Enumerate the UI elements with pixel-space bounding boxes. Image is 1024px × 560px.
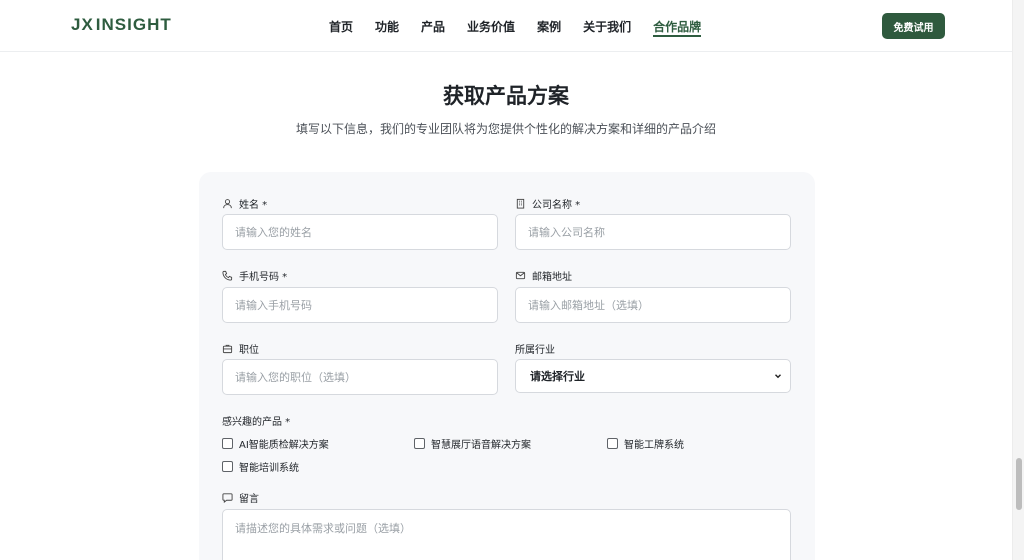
page-title: 获取产品方案 bbox=[443, 84, 569, 108]
product-option-label: AI智能质检解决方案 bbox=[239, 440, 329, 451]
brand-logo[interactable]: JX INSIGHT bbox=[71, 14, 172, 36]
logo-prefix: JX bbox=[71, 15, 94, 34]
industry-selected-value: 请选择行业 bbox=[530, 370, 585, 383]
email-label: 邮箱地址 bbox=[515, 268, 572, 283]
briefcase-icon bbox=[222, 344, 233, 354]
site-header: JX INSIGHT 首页 功能 产品 业务价值 案例 关于我们 合作品牌 免费… bbox=[0, 0, 1012, 52]
phone-label-text: 手机号码 * bbox=[239, 272, 288, 283]
product-option-smart-badge[interactable]: 智能工牌系统 bbox=[607, 436, 684, 451]
email-input[interactable] bbox=[515, 287, 791, 323]
nav-item-business-value[interactable]: 业务价值 bbox=[456, 0, 526, 52]
name-label-text: 姓名 * bbox=[239, 200, 268, 211]
industry-label: 所属行业 bbox=[515, 341, 555, 356]
mail-icon bbox=[515, 271, 526, 280]
nav-item-partners[interactable]: 合作品牌 bbox=[642, 0, 712, 52]
nav-item-features[interactable]: 功能 bbox=[364, 0, 410, 52]
building-icon bbox=[516, 198, 525, 209]
checkbox[interactable] bbox=[414, 438, 425, 449]
main-nav: 首页 功能 产品 业务价值 案例 关于我们 合作品牌 bbox=[318, 0, 712, 52]
industry-label-text: 所属行业 bbox=[515, 345, 555, 356]
logo-mark-icon: JX bbox=[71, 15, 94, 35]
chevron-down-icon bbox=[775, 374, 781, 379]
product-option-training[interactable]: 智能培训系统 bbox=[222, 459, 299, 474]
position-label-text: 职位 bbox=[239, 345, 259, 356]
products-label-text: 感兴趣的产品 * bbox=[222, 417, 291, 428]
scrollbar-thumb[interactable] bbox=[1016, 458, 1022, 510]
nav-item-cases[interactable]: 案例 bbox=[526, 0, 572, 52]
position-input[interactable] bbox=[222, 359, 498, 395]
position-label: 职位 bbox=[222, 341, 259, 356]
product-option-label: 智慧展厅语音解决方案 bbox=[431, 440, 531, 451]
message-icon bbox=[222, 493, 233, 503]
email-label-text: 邮箱地址 bbox=[532, 272, 572, 283]
message-label-text: 留言 bbox=[239, 494, 259, 505]
product-option-label: 智能工牌系统 bbox=[624, 440, 684, 451]
company-label-text: 公司名称 * bbox=[532, 200, 581, 211]
name-input[interactable] bbox=[222, 214, 498, 250]
checkbox[interactable] bbox=[222, 461, 233, 472]
page-subtitle: 填写以下信息，我们的专业团队将为您提供个性化的解决方案和详细的产品介绍 bbox=[295, 122, 716, 136]
phone-label: 手机号码 * bbox=[222, 268, 287, 283]
message-textarea[interactable]: 请描述您的具体需求或问题（选填） bbox=[222, 509, 791, 560]
nav-item-about[interactable]: 关于我们 bbox=[572, 0, 642, 52]
free-trial-button[interactable]: 免费试用 bbox=[882, 13, 945, 39]
nav-item-products[interactable]: 产品 bbox=[410, 0, 456, 52]
checkbox[interactable] bbox=[222, 438, 233, 449]
phone-input[interactable] bbox=[222, 287, 498, 323]
checkbox[interactable] bbox=[607, 438, 618, 449]
message-placeholder: 请描述您的具体需求或问题（选填） bbox=[235, 522, 411, 535]
nav-item-home[interactable]: 首页 bbox=[318, 0, 364, 52]
user-icon bbox=[223, 199, 232, 209]
name-label: 姓名 * bbox=[222, 196, 267, 211]
logo-text: INSIGHT bbox=[95, 15, 172, 34]
phone-icon bbox=[222, 270, 233, 281]
company-input[interactable] bbox=[515, 214, 791, 250]
products-label: 感兴趣的产品 * bbox=[222, 413, 290, 428]
product-option-exhibition-voice[interactable]: 智慧展厅语音解决方案 bbox=[414, 436, 531, 451]
industry-select[interactable]: 请选择行业 bbox=[515, 359, 791, 393]
company-label: 公司名称 * bbox=[515, 196, 580, 211]
message-label: 留言 bbox=[222, 490, 259, 505]
product-option-label: 智能培训系统 bbox=[239, 463, 299, 474]
product-option-ai-qc[interactable]: AI智能质检解决方案 bbox=[222, 436, 329, 451]
page-scrollbar[interactable] bbox=[1012, 0, 1024, 560]
